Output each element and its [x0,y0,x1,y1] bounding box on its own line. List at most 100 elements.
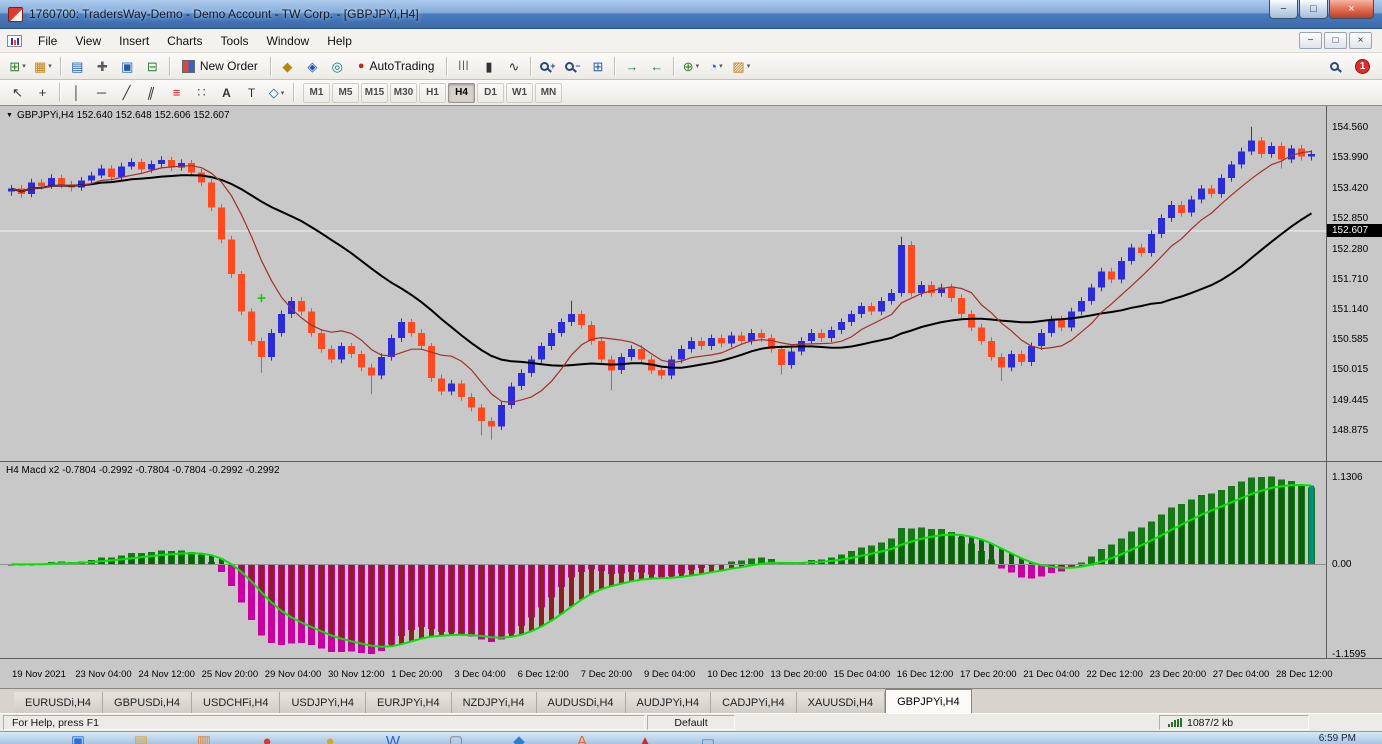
new-chart-button[interactable]: ⊞▾ [6,55,29,77]
timeframe-w1-button[interactable]: W1 [506,83,533,103]
autotrading-button[interactable]: ● AutoTrading [350,55,443,77]
menu-charts[interactable]: Charts [158,30,211,52]
menu-window[interactable]: Window [258,30,319,52]
cursor-button[interactable]: ↖ [6,82,29,104]
bar-chart-button[interactable]: ||| [452,55,475,77]
horizontal-line-button[interactable]: ─ [90,82,113,104]
vertical-line-button[interactable]: │ [65,82,88,104]
new-order-button[interactable]: New Order [174,55,266,77]
periods-button[interactable]: ◔▾ [704,55,727,77]
fibonacci-button[interactable]: ≡ [165,82,188,104]
status-profile[interactable]: Default [647,715,735,730]
chart-tab-gbpusdi[interactable]: GBPUSDi,H4 [103,692,192,713]
tile-windows-icon: ⊞ [592,60,603,73]
price-axis-label: 151.140 [1332,304,1368,315]
time-axis-label: 16 Dec 12:00 [897,669,954,680]
taskbar-app-gold-icon[interactable]: ● [304,732,356,744]
taskbar-app-folder-icon[interactable]: ▤ [115,732,167,744]
menu-tools[interactable]: Tools [212,30,258,52]
timeframe-h1-button[interactable]: H1 [419,83,446,103]
taskbar-app-files-icon[interactable]: ▥ [178,732,230,744]
menu-help[interactable]: Help [318,30,361,52]
notifications-badge[interactable]: 1 [1355,59,1370,74]
expert-advisors-button[interactable]: ◈ [301,55,324,77]
taskbar-app-orange-a-icon[interactable]: A [556,732,608,744]
timeframe-m15-button[interactable]: M15 [361,83,388,103]
statusbar: For Help, press F1 Default 1087/2 kb [0,713,1382,731]
menu-insert[interactable]: Insert [110,30,158,52]
chart-tab-gbpjpyi[interactable]: GBPJPYi,H4 [885,689,972,713]
chart-tab-eurjpyi[interactable]: EURJPYi,H4 [366,692,452,713]
mdi-restore-button[interactable]: □ [1324,32,1347,49]
restore-button[interactable]: □ [1299,0,1328,19]
timeframe-m5-button[interactable]: M5 [332,83,359,103]
strategy-tester-button[interactable]: ⊟ [141,55,164,77]
chart-tab-xauusdi[interactable]: XAUUSDi,H4 [797,692,885,713]
chevron-down-icon: ▾ [747,62,751,70]
time-axis-label: 15 Dec 04:00 [834,669,891,680]
text-label-button[interactable]: T [240,82,263,104]
timeframe-h4-button[interactable]: H4 [448,83,475,103]
chart-tab-usdchfi[interactable]: USDCHFi,H4 [192,692,280,713]
chart-tab-nzdjpyi[interactable]: NZDJPYi,H4 [452,692,537,713]
text-tool-button[interactable]: A [215,82,238,104]
templates-button[interactable]: ▨▾ [729,55,753,77]
candles-group [8,127,1315,440]
chart-shift-button[interactable]: ← [645,55,668,77]
macd-axis[interactable]: 1.13060.00-1.1595 [1326,461,1382,658]
trendline-button[interactable]: ╱ [115,82,138,104]
taskbar-app-monitor-icon[interactable]: ▭ [682,732,734,744]
close-button[interactable]: × [1329,0,1374,19]
auto-scroll-button[interactable]: → [620,55,643,77]
candlestick-chart-button[interactable]: ▮ [477,55,500,77]
taskbar-app-word-icon[interactable]: W [367,732,419,744]
timeframe-m1-button[interactable]: M1 [303,83,330,103]
clock-icon: ◔ [709,60,717,73]
taskbar-app-window-icon[interactable]: ▣ [52,732,104,744]
mdi-minimize-button[interactable]: − [1299,32,1322,49]
mdi-close-button[interactable]: × [1349,32,1372,49]
tile-windows-button[interactable]: ⊞ [586,55,609,77]
scripts-button[interactable]: ◎ [326,55,349,77]
chart-system-menu-icon[interactable] [7,35,22,47]
zoom-out-button[interactable]: − [561,55,584,77]
data-window-button[interactable]: ▣ [116,55,139,77]
mdi-restore-icon: □ [1332,35,1338,46]
timeframe-mn-button[interactable]: MN [535,83,562,103]
taskbar-app-mt4-icon[interactable]: ▲ [619,732,671,744]
metaeditor-button[interactable]: ◆ [276,55,299,77]
zoom-in-icon [540,62,549,71]
navigator-button[interactable]: ✚ [91,55,114,77]
indicators-button[interactable]: ⊕▾ [679,55,702,77]
chart-tab-eurusdi[interactable]: EURUSDi,H4 [14,692,103,713]
minimize-button[interactable]: − [1269,0,1298,19]
market-watch-button[interactable]: ▤ [66,55,89,77]
price-chart[interactable] [0,106,1326,461]
taskbar-app-red-circle-icon[interactable]: ● [241,732,293,744]
new-order-icon [182,60,195,73]
collapse-triangle-icon[interactable]: ▼ [6,112,13,119]
chart-tab-cadjpyi[interactable]: CADJPYi,H4 [711,692,797,713]
taskbar-app-gray-icon[interactable]: ▢ [430,732,482,744]
timeframe-d1-button[interactable]: D1 [477,83,504,103]
cycle-lines-button[interactable]: ∷ [190,82,213,104]
arrows-button[interactable]: ◇▾ [265,82,288,104]
chart-tab-usdjpyi[interactable]: USDJPYi,H4 [280,692,366,713]
zoom-in-button[interactable]: + [536,55,559,77]
taskbar-clock[interactable]: 6:59 PM [1319,733,1356,744]
chart-tab-audjpyi[interactable]: AUDJPYi,H4 [626,692,712,713]
search-button[interactable] [1323,55,1346,77]
menu-file[interactable]: File [29,30,66,52]
menu-view[interactable]: View [66,30,110,52]
price-axis[interactable]: 154.560153.990153.420152.850152.280151.7… [1326,106,1382,461]
macd-chart[interactable] [0,462,1326,658]
profiles-button[interactable]: ▦▾ [31,55,55,77]
taskbar-app-blue-diamond-icon[interactable]: ◆ [493,732,545,744]
channel-button[interactable]: ∥ [140,82,163,104]
chart-tab-audusdi[interactable]: AUDUSDi,H4 [537,692,626,713]
timeframe-m30-button[interactable]: M30 [390,83,417,103]
taskbar-app-gray-icon-glyph: ▢ [449,732,463,744]
crosshair-button[interactable]: + [31,82,54,104]
time-axis[interactable]: 19 Nov 202123 Nov 04:0024 Nov 12:0025 No… [0,658,1382,688]
line-chart-button[interactable]: ∿ [502,55,525,77]
